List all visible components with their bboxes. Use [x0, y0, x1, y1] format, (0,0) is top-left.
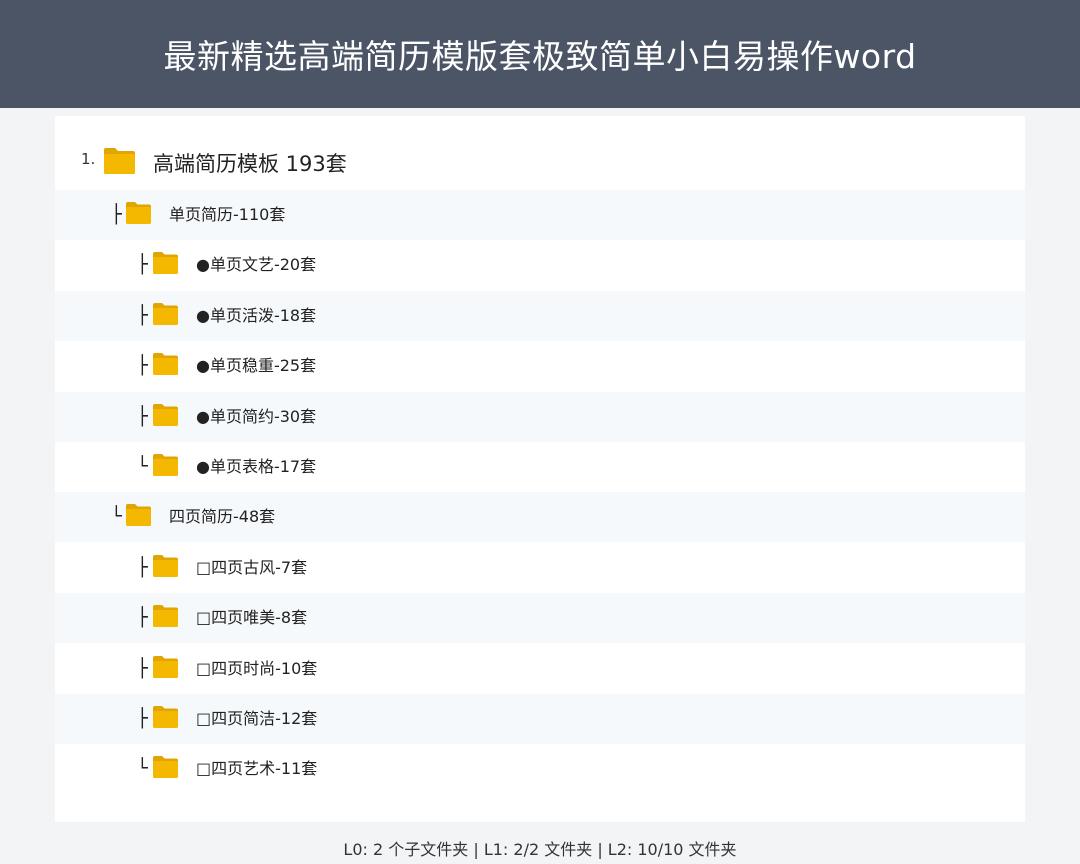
root-folder-label: 高端简历模板 193套 — [153, 152, 347, 176]
tree-subfolder-row[interactable]: └ □四页艺术-11套 — [55, 744, 1025, 794]
tree-connector: ├ — [111, 204, 122, 225]
tree-subfolder-row[interactable]: ├ □四页简洁-12套 — [55, 694, 1025, 744]
folder-icon — [126, 504, 151, 527]
tree-connector: └ — [137, 758, 148, 780]
folder-label: □四页唯美-8套 — [196, 608, 308, 628]
tree-subfolder-row[interactable]: └ ●单页表格-17套 — [55, 442, 1025, 492]
tree-subfolder-row[interactable]: ├ ●单页简约-30套 — [55, 391, 1025, 442]
tree-connector: ├ — [137, 405, 148, 427]
folder-icon — [126, 202, 151, 224]
folder-label: □四页艺术-11套 — [196, 759, 318, 779]
folder-icon — [153, 605, 178, 628]
tree-connector: ├ — [137, 355, 148, 377]
tree-connector: └ — [137, 456, 148, 477]
folder-summary: L0: 2 个子文件夹 | L1: 2/2 文件夹 | L2: 10/10 文件… — [343, 840, 737, 859]
tree-folder-row[interactable]: ├ 单页简历-110套 — [55, 190, 1025, 240]
tree-connector: ├ — [137, 657, 148, 679]
folder-label: ●单页稳重-25套 — [196, 356, 317, 376]
folder-label: ●单页活泼-18套 — [196, 305, 317, 325]
tree-connector: └ — [111, 506, 122, 528]
folder-label: □四页时尚-10套 — [196, 658, 318, 678]
folder-label: □四页古风-7套 — [196, 557, 308, 577]
tree-subfolder-row[interactable]: ├ □四页时尚-10套 — [55, 644, 1025, 694]
folder-label: 单页简历-110套 — [169, 205, 286, 224]
folder-label: ●单页简约-30套 — [196, 406, 317, 426]
tree-subfolder-row[interactable]: ├ □四页古风-7套 — [55, 543, 1025, 593]
folder-icon — [153, 706, 178, 728]
folder-icon — [153, 353, 178, 376]
tree-connector: ├ — [137, 556, 148, 578]
folder-icon — [153, 756, 178, 779]
folder-label: 四页简历-48套 — [169, 507, 276, 527]
folder-icon — [153, 554, 178, 577]
page-header: 最新精选高端简历模版套极致简单小白易操作word — [0, 0, 1080, 108]
tree-connector: ├ — [137, 708, 148, 729]
tree-connector: ├ — [137, 607, 148, 629]
folder-icon — [153, 655, 178, 678]
tree-subfolder-row[interactable]: ├ ●单页活泼-18套 — [55, 290, 1025, 341]
folder-icon — [153, 252, 178, 275]
folder-icon — [104, 148, 135, 174]
folder-icon — [153, 454, 178, 476]
tree-root-row[interactable]: 1. 高端简历模板 193套 — [55, 136, 1025, 186]
folder-icon — [153, 302, 178, 325]
tree-folder-row[interactable]: └ 四页简历-48套 — [55, 492, 1025, 543]
root-number: 1. — [81, 150, 96, 168]
folder-label: □四页简洁-12套 — [196, 709, 318, 728]
folder-label: ●单页表格-17套 — [196, 457, 317, 476]
folder-tree-panel: 1. 高端简历模板 193套 ├ 单页简历-110套 ├ ●单页文艺-20套 ├ ●单页活… — [55, 116, 1025, 822]
page-title: 最新精选高端简历模版套极致简单小白易操作word — [163, 37, 917, 76]
tree-subfolder-row[interactable]: ├ ●单页文艺-20套 — [55, 240, 1025, 290]
tree-subfolder-row[interactable]: ├ ●单页稳重-25套 — [55, 341, 1025, 391]
folder-label: ●单页文艺-20套 — [196, 255, 317, 275]
folder-icon — [153, 403, 178, 426]
tree-subfolder-row[interactable]: ├ □四页唯美-8套 — [55, 593, 1025, 644]
tree-connector: ├ — [137, 254, 148, 276]
tree-connector: ├ — [137, 304, 148, 326]
